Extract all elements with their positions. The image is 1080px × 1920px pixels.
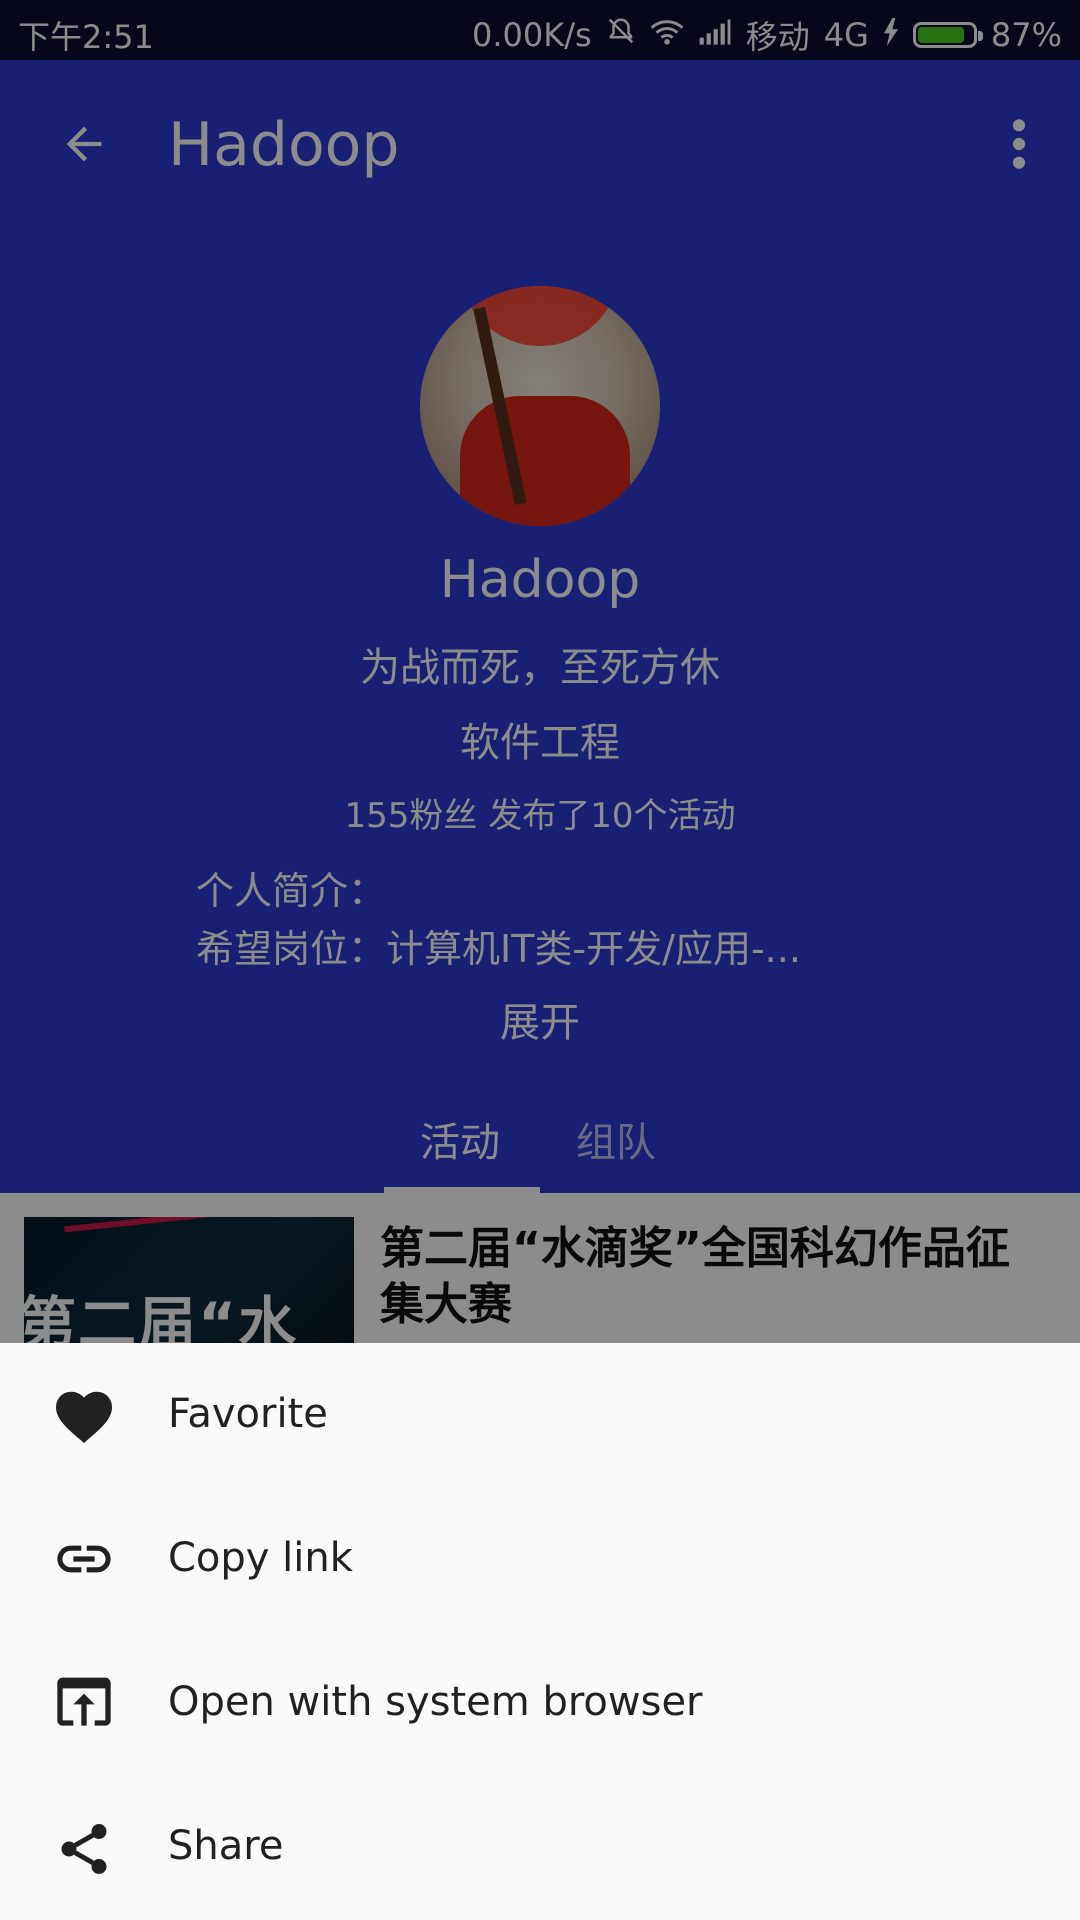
copy-link-button[interactable]: Copy link (0, 1487, 1080, 1631)
copy-link-label: Copy link (168, 1535, 353, 1581)
share-icon (52, 1819, 116, 1875)
bottom-sheet: Favorite Copy link Open with system brow… (0, 1343, 1080, 1920)
open-browser-button[interactable]: Open with system browser (0, 1631, 1080, 1775)
share-button[interactable]: Share (0, 1775, 1080, 1919)
dim-overlay[interactable] (0, 0, 1080, 1343)
favorite-label: Favorite (168, 1391, 328, 1437)
share-label: Share (168, 1823, 284, 1869)
open-in-browser-icon (52, 1675, 116, 1731)
heart-icon (52, 1387, 116, 1443)
open-browser-label: Open with system browser (168, 1679, 703, 1725)
favorite-button[interactable]: Favorite (0, 1343, 1080, 1487)
link-icon (52, 1531, 116, 1587)
